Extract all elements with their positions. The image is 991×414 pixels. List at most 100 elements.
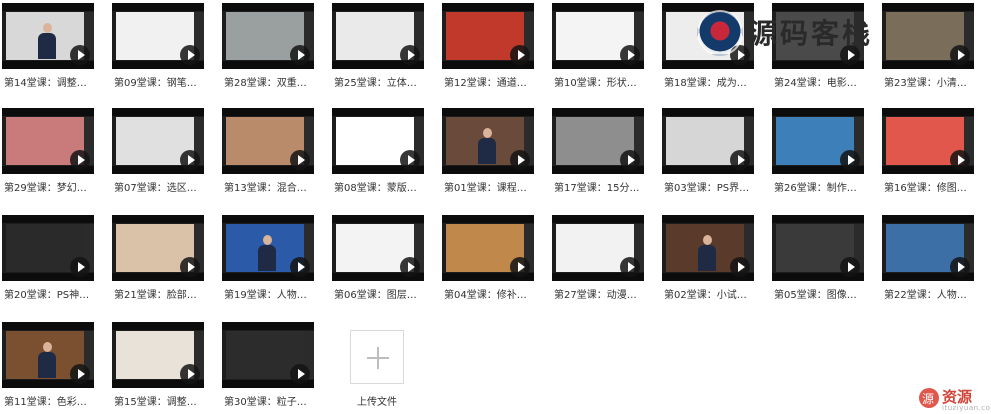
video-thumbnail[interactable] <box>442 108 534 174</box>
play-icon[interactable] <box>950 150 970 170</box>
video-title[interactable]: 第27堂课：动漫… <box>554 286 644 301</box>
video-thumbnail[interactable] <box>552 215 644 281</box>
video-thumbnail[interactable] <box>222 3 314 69</box>
video-thumbnail[interactable] <box>2 3 94 69</box>
play-icon[interactable] <box>510 45 530 65</box>
play-icon[interactable] <box>400 257 420 277</box>
video-tile[interactable]: 第22堂课：人物… <box>882 215 974 301</box>
video-thumbnail[interactable] <box>332 215 424 281</box>
video-tile[interactable]: 第17堂课：15分… <box>552 108 644 194</box>
video-thumbnail[interactable] <box>662 215 754 281</box>
video-tile[interactable]: 第02堂课：小试… <box>662 215 754 301</box>
video-tile[interactable]: 第21堂课：脸部… <box>112 215 204 301</box>
play-icon[interactable] <box>510 257 530 277</box>
video-thumbnail[interactable] <box>662 108 754 174</box>
video-tile[interactable]: 第13堂课：混合… <box>222 108 314 194</box>
video-thumbnail[interactable] <box>552 108 644 174</box>
video-title[interactable]: 第22堂课：人物… <box>884 286 974 301</box>
video-thumbnail[interactable] <box>112 322 204 388</box>
video-tile[interactable]: 第06堂课：图层… <box>332 215 424 301</box>
video-title[interactable]: 第18堂课：成为… <box>664 74 754 89</box>
video-title[interactable]: 第11堂课：色彩… <box>4 393 94 408</box>
play-icon[interactable] <box>180 364 200 384</box>
play-icon[interactable] <box>290 150 310 170</box>
video-tile[interactable]: 第03堂课：PS界… <box>662 108 754 194</box>
video-title[interactable]: 第28堂课：双重… <box>224 74 314 89</box>
video-title[interactable]: 第10堂课：形状… <box>554 74 644 89</box>
video-tile[interactable]: 第26堂课：制作… <box>772 108 864 194</box>
video-tile[interactable]: 第25堂课：立体… <box>332 3 424 89</box>
video-title[interactable]: 第01堂课：课程… <box>444 179 534 194</box>
video-title[interactable]: 第16堂课：修图… <box>884 179 974 194</box>
video-tile[interactable]: 第05堂课：图像… <box>772 215 864 301</box>
play-icon[interactable] <box>400 45 420 65</box>
video-tile[interactable]: 第16堂课：修图… <box>882 108 974 194</box>
video-title[interactable]: 第15堂课：调整… <box>114 393 204 408</box>
video-title[interactable]: 第24堂课：电影… <box>774 74 864 89</box>
upload-button[interactable] <box>350 330 404 384</box>
video-tile[interactable]: 第10堂课：形状… <box>552 3 644 89</box>
video-title[interactable]: 第08堂课：蒙版… <box>334 179 424 194</box>
video-title[interactable]: 第03堂课：PS界… <box>664 179 754 194</box>
video-tile[interactable]: 第27堂课：动漫… <box>552 215 644 301</box>
video-title[interactable]: 第30堂课：粒子… <box>224 393 314 408</box>
video-thumbnail[interactable] <box>222 215 314 281</box>
video-thumbnail[interactable] <box>442 3 534 69</box>
video-thumbnail[interactable] <box>112 3 204 69</box>
video-tile[interactable]: 第11堂课：色彩… <box>2 322 94 408</box>
video-title[interactable]: 第29堂课：梦幻… <box>4 179 94 194</box>
play-icon[interactable] <box>180 45 200 65</box>
play-icon[interactable] <box>620 257 640 277</box>
video-title[interactable]: 第19堂课：人物… <box>224 286 314 301</box>
video-title[interactable]: 第02堂课：小试… <box>664 286 754 301</box>
video-thumbnail[interactable] <box>332 3 424 69</box>
video-title[interactable]: 第21堂课：脸部… <box>114 286 204 301</box>
video-tile[interactable]: 第30堂课：粒子… <box>222 322 314 408</box>
video-thumbnail[interactable] <box>222 108 314 174</box>
video-thumbnail[interactable] <box>222 322 314 388</box>
video-thumbnail[interactable] <box>442 215 534 281</box>
video-thumbnail[interactable] <box>882 108 974 174</box>
play-icon[interactable] <box>70 257 90 277</box>
video-tile[interactable]: 第09堂课：钢笔… <box>112 3 204 89</box>
video-title[interactable]: 第04堂课：修补… <box>444 286 534 301</box>
video-title[interactable]: 第13堂课：混合… <box>224 179 314 194</box>
video-tile[interactable]: 第04堂课：修补… <box>442 215 534 301</box>
video-thumbnail[interactable] <box>772 108 864 174</box>
video-thumbnail[interactable] <box>552 3 644 69</box>
play-icon[interactable] <box>840 150 860 170</box>
video-thumbnail[interactable] <box>112 215 204 281</box>
video-tile[interactable]: 第01堂课：课程… <box>442 108 534 194</box>
video-title[interactable]: 第25堂课：立体… <box>334 74 424 89</box>
video-thumbnail[interactable] <box>2 215 94 281</box>
play-icon[interactable] <box>620 45 640 65</box>
video-title[interactable]: 第23堂课：小清… <box>884 74 974 89</box>
play-icon[interactable] <box>950 45 970 65</box>
play-icon[interactable] <box>840 257 860 277</box>
play-icon[interactable] <box>620 150 640 170</box>
video-tile[interactable]: 第19堂课：人物… <box>222 215 314 301</box>
play-icon[interactable] <box>70 364 90 384</box>
play-icon[interactable] <box>70 150 90 170</box>
video-tile[interactable]: 第20堂课：PS神… <box>2 215 94 301</box>
video-thumbnail[interactable] <box>2 322 94 388</box>
play-icon[interactable] <box>70 45 90 65</box>
play-icon[interactable] <box>400 150 420 170</box>
video-title[interactable]: 第14堂课：调整… <box>4 74 94 89</box>
video-title[interactable]: 第20堂课：PS神… <box>4 286 94 301</box>
video-thumbnail[interactable] <box>882 215 974 281</box>
video-tile[interactable]: 第07堂课：选区… <box>112 108 204 194</box>
play-icon[interactable] <box>180 150 200 170</box>
play-icon[interactable] <box>290 257 310 277</box>
video-thumbnail[interactable] <box>112 108 204 174</box>
video-tile[interactable]: 第29堂课：梦幻… <box>2 108 94 194</box>
video-title[interactable]: 第17堂课：15分… <box>554 179 644 194</box>
play-icon[interactable] <box>180 257 200 277</box>
video-title[interactable]: 第06堂课：图层… <box>334 286 424 301</box>
video-thumbnail[interactable] <box>2 108 94 174</box>
play-icon[interactable] <box>510 150 530 170</box>
video-tile[interactable]: 第15堂课：调整… <box>112 322 204 408</box>
play-icon[interactable] <box>950 257 970 277</box>
play-icon[interactable] <box>290 45 310 65</box>
video-thumbnail[interactable] <box>772 215 864 281</box>
